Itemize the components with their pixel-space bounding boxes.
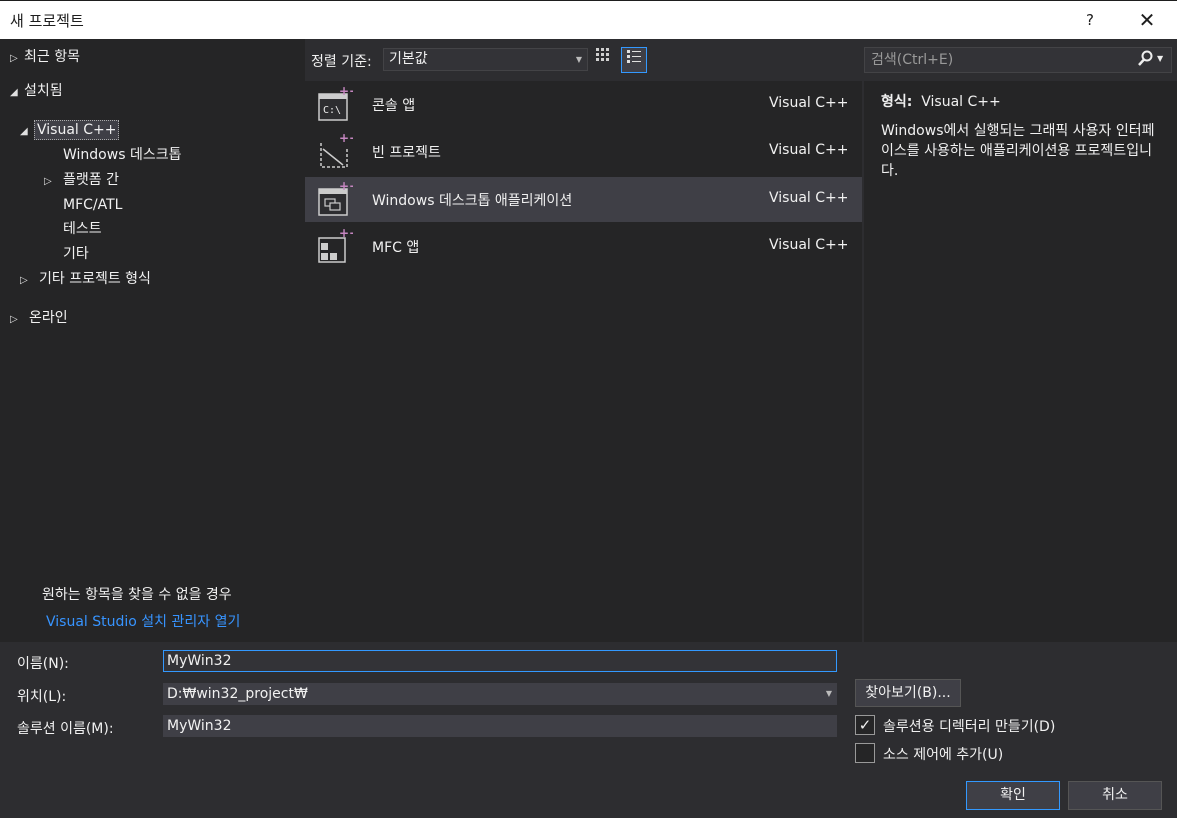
- not-found-hint: 원하는 항목을 찾을 수 없을 경우: [42, 587, 232, 603]
- search-box: ▼: [864, 47, 1172, 73]
- list-view-button[interactable]: [621, 47, 647, 73]
- tree-item-visual-cpp[interactable]: ◢ Visual C++: [20, 119, 120, 143]
- mfc-app-icon: ++: [318, 228, 353, 263]
- title-bar: 새 프로젝트 ? ✕: [0, 0, 1177, 39]
- svg-text:++: ++: [339, 133, 353, 145]
- template-item-empty-project[interactable]: ++ 빈 프로젝트 Visual C++: [305, 129, 862, 174]
- grid-view-button[interactable]: [590, 47, 616, 73]
- template-list: C:\ ++ 콘솔 앱 Visual C++ ++ 빈 프로젝트 Visual …: [305, 81, 862, 642]
- template-item-windows-desktop-app[interactable]: ++ Windows 데스크톱 애플리케이션 Visual C++: [305, 177, 862, 222]
- tree-item-test[interactable]: 테스트: [63, 218, 102, 240]
- collapse-arrow-icon[interactable]: ◢: [10, 82, 24, 104]
- expand-arrow-icon[interactable]: ▷: [10, 48, 24, 70]
- svg-text:++: ++: [339, 181, 353, 193]
- template-description: Windows에서 실행되는 그래픽 사용자 인터페이스를 사용하는 애플리케이…: [881, 123, 1155, 179]
- name-label: 이름(N):: [17, 656, 69, 672]
- cancel-button[interactable]: 취소: [1068, 781, 1162, 810]
- svg-text:++: ++: [339, 86, 353, 98]
- location-label: 위치(L):: [17, 689, 67, 705]
- tree-item-recent[interactable]: ▷ 최근 항목: [10, 46, 80, 68]
- tree-item-other[interactable]: 기타: [63, 243, 89, 265]
- list-view-icon: [627, 50, 641, 63]
- solution-name-field[interactable]: MyWin32: [163, 715, 837, 737]
- tree-item-windows-desktop[interactable]: Windows 데스크톱: [63, 144, 181, 166]
- windows-desktop-app-icon: ++: [318, 181, 353, 216]
- sort-dropdown[interactable]: 기본값 ▼: [383, 48, 588, 71]
- template-tree: ▷ 최근 항목 ◢ 설치됨 ◢ Visual C++ Windows 데스크톱 ▷ 플랫…: [0, 39, 305, 642]
- expand-arrow-icon[interactable]: ▷: [10, 309, 29, 331]
- grid-view-icon: [596, 48, 609, 61]
- tree-item-cross-platform[interactable]: ▷ 플랫폼 간: [44, 169, 119, 191]
- search-options-chevron-icon[interactable]: ▼: [1157, 54, 1163, 63]
- close-button[interactable]: ✕: [1130, 5, 1164, 35]
- name-field[interactable]: MyWin32: [163, 650, 837, 672]
- sort-toolbar: 정렬 기준: 기본값 ▼: [305, 39, 862, 81]
- template-item-mfc-app[interactable]: ++ MFC 앱 Visual C++: [305, 224, 862, 269]
- ok-button[interactable]: 확인: [966, 781, 1060, 810]
- template-item-console-app[interactable]: C:\ ++ 콘솔 앱 Visual C++: [305, 82, 862, 127]
- console-app-icon: C:\ ++: [318, 86, 353, 121]
- collapse-arrow-icon[interactable]: ◢: [20, 121, 34, 143]
- details-pane: 형식: Visual C++ Windows에서 실행되는 그래픽 사용자 인터…: [864, 81, 1177, 642]
- chevron-down-icon[interactable]: ▼: [826, 684, 832, 704]
- svg-text:++: ++: [339, 228, 353, 240]
- solution-name-label: 솔루션 이름(M):: [17, 721, 114, 737]
- tree-item-other-project-types[interactable]: ▷ 기타 프로젝트 형식: [20, 268, 151, 290]
- search-icon[interactable]: [1137, 50, 1153, 72]
- tree-item-online[interactable]: ▷ 온라인: [10, 307, 68, 329]
- browse-button[interactable]: 찾아보기(B)...: [855, 679, 961, 707]
- window-title: 새 프로젝트: [10, 12, 84, 30]
- type-line: 형식: Visual C++: [881, 94, 1001, 110]
- location-dropdown[interactable]: D:₩win32_project₩ ▼: [163, 683, 837, 705]
- tree-item-mfc-atl[interactable]: MFC/ATL: [63, 194, 122, 216]
- chevron-down-icon: ▼: [575, 55, 582, 64]
- expand-arrow-icon[interactable]: ▷: [44, 171, 63, 193]
- sort-label: 정렬 기준:: [311, 54, 372, 70]
- expand-arrow-icon[interactable]: ▷: [20, 270, 39, 292]
- help-button[interactable]: ?: [1080, 7, 1100, 33]
- tree-item-installed[interactable]: ◢ 설치됨: [10, 80, 63, 102]
- svg-text:C:\: C:\: [323, 105, 341, 116]
- create-directory-checkbox[interactable]: ✓: [855, 715, 875, 735]
- search-input[interactable]: [871, 50, 1121, 70]
- source-control-checkbox[interactable]: [855, 743, 875, 763]
- open-installer-link[interactable]: Visual Studio 설치 관리자 열기: [46, 611, 240, 631]
- empty-project-icon: ++: [320, 133, 353, 168]
